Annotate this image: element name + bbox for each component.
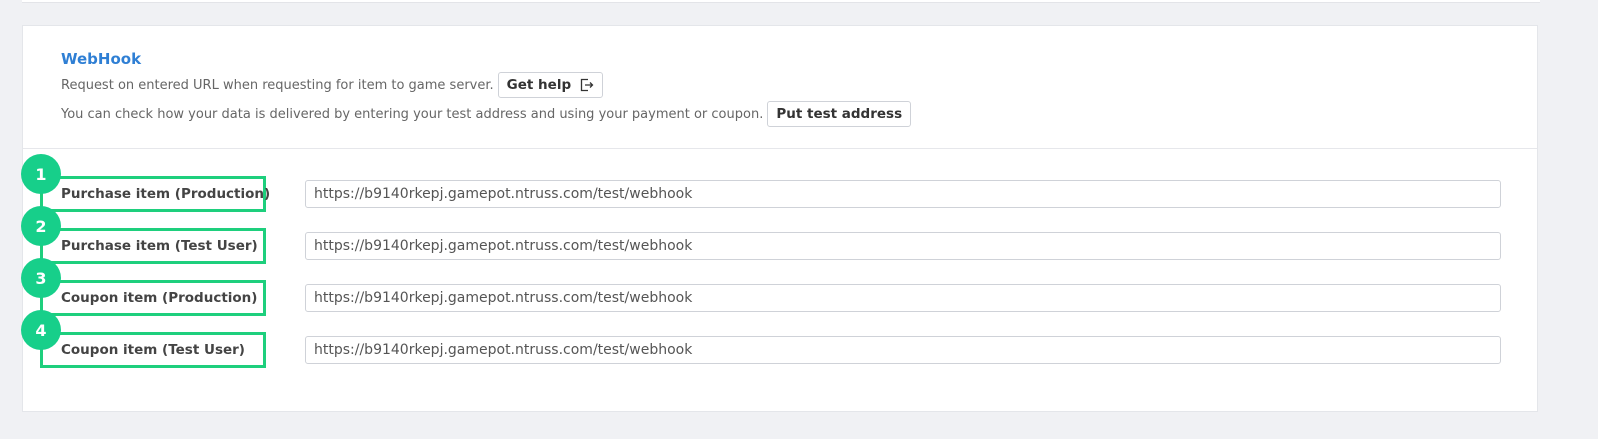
number-badge: 4: [21, 310, 61, 350]
webhook-row-coupon-production: Coupon item (Production) 3: [21, 258, 1537, 316]
webhook-row-purchase-production: Purchase item (Production) 1: [21, 154, 1537, 212]
webhook-url-input-coupon-test-user[interactable]: [305, 336, 1501, 364]
row-label-box: Coupon item (Test User): [40, 332, 266, 368]
webhook-url-input-purchase-test-user[interactable]: [305, 232, 1501, 260]
description-text-1: Request on entered URL when requesting f…: [61, 77, 494, 93]
row-label-box: Coupon item (Production): [40, 280, 266, 316]
webhook-url-input-coupon-production[interactable]: [305, 284, 1501, 312]
previous-card-edge: [22, 0, 1540, 3]
number-badge: 3: [21, 258, 61, 298]
number-badge: 2: [21, 206, 61, 246]
row-label: Coupon item (Test User): [61, 342, 245, 358]
webhook-card: WebHook Request on entered URL when requ…: [21, 25, 1538, 412]
row-label: Purchase item (Production): [61, 186, 271, 202]
description-text-2: You can check how your data is delivered…: [61, 106, 764, 122]
get-help-label: Get help: [506, 77, 572, 93]
get-help-button[interactable]: Get help: [497, 72, 604, 98]
row-label-box: Purchase item (Production): [40, 176, 270, 212]
external-link-icon: [580, 78, 594, 92]
description-row-2: You can check how your data is delivered…: [61, 101, 912, 127]
put-test-address-button[interactable]: Put test address: [767, 101, 912, 127]
row-label: Coupon item (Production): [61, 290, 258, 306]
section-title: WebHook: [61, 50, 142, 68]
description-row-1: Request on entered URL when requesting f…: [61, 72, 604, 98]
row-label-box: Purchase item (Test User): [40, 228, 266, 264]
number-badge: 1: [21, 154, 61, 194]
webhook-url-input-purchase-production[interactable]: [305, 180, 1501, 208]
webhook-row-coupon-test-user: Coupon item (Test User) 4: [21, 310, 1537, 368]
webhook-header: WebHook Request on entered URL when requ…: [23, 26, 1537, 149]
row-label: Purchase item (Test User): [61, 238, 258, 254]
webhook-row-purchase-test-user: Purchase item (Test User) 2: [21, 206, 1537, 264]
